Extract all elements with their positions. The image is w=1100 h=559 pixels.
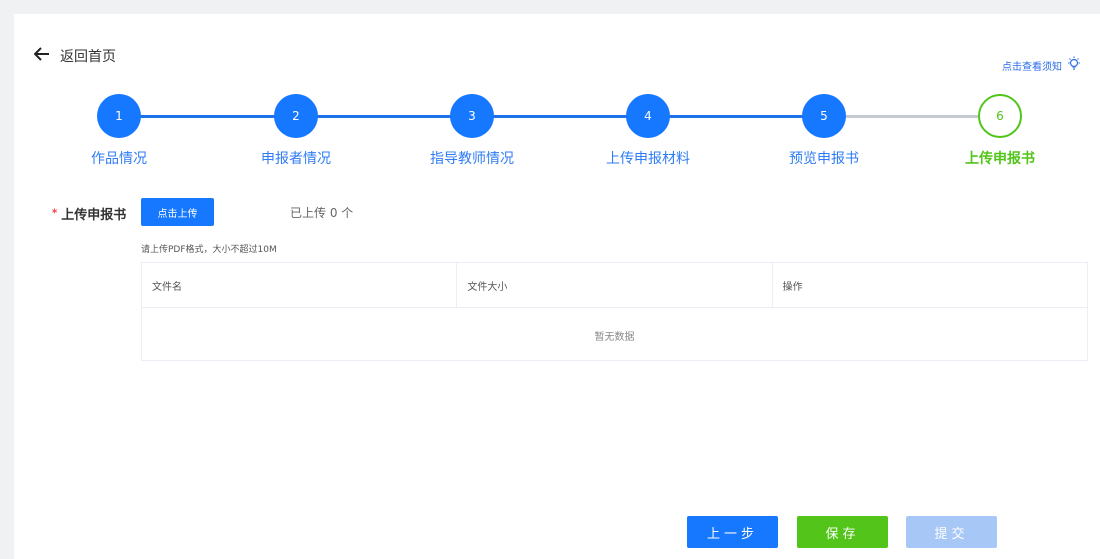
upload-button[interactable]: 点击上传 — [141, 198, 214, 226]
file-table: 文件名 文件大小 操作 暂无数据 — [141, 262, 1088, 361]
uploaded-count: 已上传 0 个 — [290, 206, 354, 220]
step-4-label: 上传申报材料 — [606, 151, 690, 167]
arrow-left-icon — [33, 47, 60, 65]
submit-button[interactable]: 提交 — [906, 516, 997, 548]
upload-field-label-text: 上传申报书 — [61, 208, 127, 223]
table-header: 文件名 文件大小 操作 — [142, 263, 1087, 308]
page-top-bar — [0, 0, 1100, 12]
step-1-circle: 1 — [97, 94, 141, 138]
step-6-circle: 6 — [978, 94, 1022, 138]
step-5-circle: 5 — [802, 94, 846, 138]
step-4-circle: 4 — [626, 94, 670, 138]
lightbulb-icon — [1062, 56, 1082, 75]
step-3-label: 指导教师情况 — [430, 151, 514, 167]
view-notice-link[interactable]: 点击查看须知 — [1002, 56, 1082, 75]
step-1[interactable]: 1 作品情况 — [39, 94, 199, 168]
step-5[interactable]: 5 预览申报书 — [744, 94, 904, 168]
back-home-link[interactable]: 返回首页 — [33, 46, 116, 66]
column-header-filesize: 文件大小 — [457, 263, 773, 307]
step-6[interactable]: 6 上传申报书 — [920, 94, 1080, 168]
save-button[interactable]: 保存 — [797, 516, 888, 548]
column-header-actions: 操作 — [782, 281, 803, 293]
required-mark: * — [52, 208, 58, 219]
view-notice-label: 点击查看须知 — [1002, 62, 1062, 73]
upload-field-label: * 上传申报书 — [52, 204, 126, 223]
step-1-label: 作品情况 — [91, 151, 147, 167]
step-2-label: 申报者情况 — [261, 151, 331, 167]
step-6-label: 上传申报书 — [965, 151, 1035, 167]
previous-step-button[interactable]: 上一步 — [687, 516, 778, 548]
step-3[interactable]: 3 指导教师情况 — [392, 94, 552, 168]
column-header-filename: 文件名 — [142, 263, 458, 307]
step-4[interactable]: 4 上传申报材料 — [568, 94, 728, 168]
progress-stepper: 1 作品情况 2 申报者情况 3 指导教师情况 4 上传申报材料 5 预览申报书… — [14, 94, 1100, 194]
upload-hint: 请上传PDF格式，大小不超过10M — [141, 245, 277, 255]
step-3-circle: 3 — [450, 94, 494, 138]
main-card: 返回首页 点击查看须知 1 作品情况 2 申报者情况 3 指导教师情况 4 上传… — [14, 14, 1100, 559]
back-home-label: 返回首页 — [60, 49, 116, 65]
step-5-label: 预览申报书 — [789, 151, 859, 167]
step-2-circle: 2 — [274, 94, 318, 138]
table-empty-text: 暂无数据 — [594, 331, 635, 343]
step-2[interactable]: 2 申报者情况 — [216, 94, 376, 168]
